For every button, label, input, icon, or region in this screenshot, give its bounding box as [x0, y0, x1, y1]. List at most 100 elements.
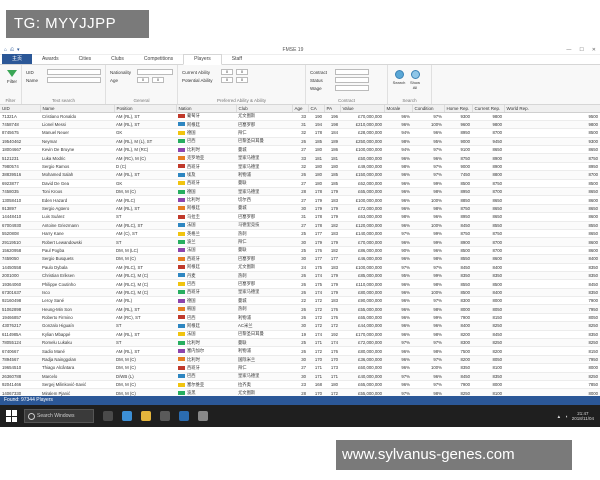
age-to-input[interactable]: 0 [152, 77, 164, 83]
table-row[interactable]: 67004930 Antoine Griezmann AM (RLC), ST 法国 马… [0, 221, 600, 230]
table-row[interactable]: 19364060 Philippe Coutinho AM (RLC), M (C)… [0, 279, 600, 289]
table-row[interactable]: 7894567 Radja Nainggolan DM, M (C) 比利时 国际米兰 3… [0, 355, 600, 365]
table-row[interactable]: 19540462 Neymar AM (RL), M (L), ST 巴西 巴黎圣日耳曼… [0, 137, 600, 147]
table-row[interactable]: 18004667 Kevin De Bruyne AM (RL), M (RC) 比利… [0, 145, 600, 155]
column-header[interactable]: CA [308, 105, 325, 113]
maximize-icon[interactable]: ☐ [579, 47, 583, 53]
players-grid[interactable]: UID Name Position Nation Club Age CA PA Value Mor… [0, 105, 600, 396]
windows-start-icon[interactable] [6, 410, 18, 422]
tab-competitions[interactable]: Competitions [134, 55, 183, 64]
table-cell: 7459050 [0, 254, 40, 264]
table-row[interactable]: 7458035 Toni Kroos DM, M (C) 德国 皇家马德里 28 178 17… [0, 187, 600, 197]
column-header[interactable]: Home Rep. [444, 105, 473, 113]
table-row[interactable]: 67301637 Isco AM (RLC), M (C) 西班牙 皇家马德里 26 174… [0, 288, 600, 298]
minimize-icon[interactable]: — [566, 47, 571, 53]
browser-icon[interactable] [122, 411, 132, 421]
column-header[interactable]: World Rep. [504, 105, 600, 113]
app-icon[interactable] [198, 411, 208, 421]
nation-name: 塞内加尔 [187, 348, 205, 354]
close-icon[interactable]: ✕ [592, 47, 596, 53]
tab-players[interactable]: Players [183, 54, 222, 65]
flag-icon [178, 197, 185, 202]
tab-home[interactable]: 主页 [2, 54, 33, 64]
pa-from-input[interactable]: 0 [221, 77, 233, 83]
home-icon[interactable]: ⌂ [4, 47, 7, 53]
store-icon[interactable] [160, 411, 170, 421]
table-row[interactable]: 5520808 Harry Kane AM (C), ST 英格兰 热刺 25 177 183… [0, 229, 600, 239]
column-header[interactable]: Current Rep. [472, 105, 505, 113]
table-row[interactable]: 19654510 Thiago Alcântara DM, M (C) 西班牙 拜仁 27… [0, 363, 600, 373]
volume-icon[interactable]: ◖ [565, 414, 568, 419]
name-input[interactable] [46, 77, 101, 83]
table-cell: 14067330 [0, 388, 40, 396]
table-row[interactable]: 78055124 Romelu Lukaku ST 比利时 曼联 25 171 174 £72,… [0, 338, 600, 348]
table-row[interactable]: 913897 Sergio Agüero AM (RL), ST 阿根廷 曼城 30 179… [0, 204, 600, 214]
wage-input[interactable] [335, 85, 369, 91]
table-cell: 179 [308, 204, 324, 214]
table-row[interactable]: 13058410 Eden Hazard AM (RLC) 比利时 切尔西 27 179 18… [0, 195, 600, 205]
column-header[interactable]: Nation [176, 105, 237, 113]
task-view-icon[interactable] [103, 411, 113, 421]
table-cell: DM, M (C) [114, 363, 176, 373]
table-cell: 9300 [444, 112, 472, 121]
network-icon[interactable]: ▲ [557, 414, 561, 419]
ca-from-input[interactable]: 0 [221, 69, 233, 75]
folder-icon[interactable] [141, 411, 151, 421]
table-row[interactable]: 6114985A Kylian Mbappé AM (RL), ST 法国 巴黎圣日耳曼… [0, 330, 600, 340]
table-cell: 180 [308, 145, 324, 155]
table-row[interactable]: 7980574 Sergio Ramos D (C) 西班牙 皇家马德里 32 180 180… [0, 162, 600, 172]
column-header[interactable]: PA [324, 105, 341, 113]
table-cell: 8650 [472, 212, 504, 222]
column-header[interactable]: Morale [384, 105, 413, 113]
fmse-app-icon[interactable] [179, 411, 189, 421]
table-row[interactable]: 51062898 Heung-Min Son AM (RL), ST 韩国 热刺 26 17… [0, 304, 600, 314]
ca-to-input[interactable]: 0 [236, 69, 248, 75]
table-row[interactable]: 92041466 Sergej Milinković-Savić DM, M (C)… [0, 380, 600, 390]
table-row[interactable]: 19466857 Roberto Firmino AM (RC), ST 巴西 利物浦 2… [0, 313, 600, 323]
table-row[interactable]: 7459050 Sergio Busquets DM, M (C) 西班牙 巴塞罗那 30… [0, 254, 600, 264]
table-cell: 热刺 [236, 271, 292, 281]
table-row[interactable]: 26360788 Marcelo D/WB (L) 巴西 皇家马德里 30 171 171 £4… [0, 372, 600, 382]
tab-awards[interactable]: Awards [32, 55, 69, 64]
table-row[interactable]: 38839516 Mohamed Salah AM (RL), ST 埃及 利物浦 26 1… [0, 170, 600, 180]
table-row[interactable]: 29119510 Robert Lewandowski ST 波兰 拜仁 30 179 179… [0, 237, 600, 247]
tab-staff[interactable]: Staff [222, 55, 252, 64]
table-row[interactable]: 2001000 Christian Eriksen AM (RLC), M (C) 丹… [0, 271, 600, 281]
contract-select[interactable] [335, 69, 369, 75]
filter-button[interactable]: Filter [4, 68, 20, 84]
column-header[interactable]: UID [0, 105, 41, 113]
table-row[interactable]: 8745675 Manuel Neuer GK 德国 拜仁 32 178 184 £28,000… [0, 128, 600, 138]
column-header[interactable]: Age [292, 105, 309, 113]
tab-clubs[interactable]: Clubs [101, 55, 134, 64]
table-cell: 185 [324, 179, 340, 189]
column-header[interactable]: Name [40, 105, 115, 113]
column-header[interactable]: Condition [412, 105, 445, 113]
table-cell: 96% [384, 120, 412, 130]
flag-icon [178, 315, 185, 320]
table-row[interactable]: 43076217 Gonzalo Higuaín ST 阿根廷 AC米兰 30 172 172… [0, 321, 600, 331]
table-row[interactable]: 92160498 Leroy Sané AM (RL) 德国 曼城 22 172 183 £90… [0, 296, 600, 306]
age-from-input[interactable]: 0 [137, 77, 149, 83]
tab-cities[interactable]: Cities [69, 55, 102, 64]
pa-to-input[interactable]: 0 [236, 77, 248, 83]
table-row[interactable]: 7458748 Lionel Messi AM (RL), ST 阿根廷 巴塞罗那 31 1… [0, 120, 600, 130]
table-row[interactable]: 14448410 Luis Suárez ST 乌拉圭 巴塞罗那 31 178 179 £63,… [0, 212, 600, 222]
column-header[interactable]: Value [340, 105, 385, 113]
table-row[interactable]: 5121231 Luka Modric AM (RC), M (C) 克罗地亚 皇家马德… [0, 153, 600, 163]
status-select[interactable] [335, 77, 369, 83]
column-header[interactable]: Position [114, 105, 177, 113]
table-row[interactable]: 14067330 Miralem Pjanić DM, M (C) 波黑 尤文图斯 28 1… [0, 388, 600, 396]
taskbar-search-input[interactable]: Search Windows [24, 409, 94, 423]
table-row[interactable]: 71321A Cristiano Ronaldo AM (RL), ST 葡萄牙 尤文图… [0, 112, 600, 121]
table-row[interactable]: 15620958 Paul Pogba DM, M (LC) 法国 曼联 25 176 182… [0, 246, 600, 256]
clock[interactable]: 21:47 2018/11/04 [572, 411, 594, 421]
uid-input[interactable] [46, 69, 101, 75]
table-cell: Paulo Dybala [40, 263, 114, 272]
undo-icon[interactable]: ⎌ [10, 47, 14, 53]
table-row[interactable]: 6923877 David De Gea GK 西班牙 曼联 27 180 185 £62,00… [0, 179, 600, 189]
table-row[interactable]: 14450558 Paulo Dybala AM (RLC), ST 阿根廷 尤文图斯 2… [0, 263, 600, 272]
table-row[interactable]: 6740667 Sadio Mané AM (RL), ST 塞内加尔 利物浦 26 172… [0, 346, 600, 356]
table-cell: 97% [412, 170, 444, 180]
column-header[interactable]: Club [236, 105, 293, 113]
nationality-select[interactable] [137, 69, 173, 75]
